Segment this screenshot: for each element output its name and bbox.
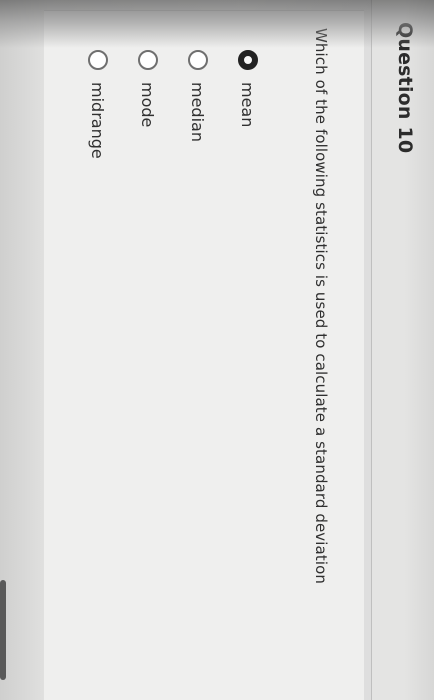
question-prompt: Which of the following statistics is use… <box>312 28 330 584</box>
radio-icon[interactable] <box>188 50 208 70</box>
question-title: Question 10 <box>394 22 416 154</box>
radio-icon[interactable] <box>138 50 158 70</box>
option-label: midrange <box>88 82 108 159</box>
photo-frame: Question 10 Which of the following stati… <box>0 0 434 700</box>
scroll-indicator <box>0 580 6 680</box>
question-header: Question 10 <box>371 0 434 700</box>
radio-selected-icon[interactable] <box>238 50 258 70</box>
option-label: median <box>188 82 208 142</box>
option-midrange[interactable]: midrange <box>84 50 112 159</box>
option-mean[interactable]: mean <box>234 50 262 159</box>
option-label: mean <box>238 82 258 128</box>
radio-icon[interactable] <box>88 50 108 70</box>
quiz-screen: Question 10 Which of the following stati… <box>0 0 434 700</box>
option-median[interactable]: median <box>184 50 212 159</box>
answer-options: mean median mode midrange <box>62 50 262 159</box>
option-label: mode <box>138 82 158 128</box>
option-mode[interactable]: mode <box>134 50 162 159</box>
